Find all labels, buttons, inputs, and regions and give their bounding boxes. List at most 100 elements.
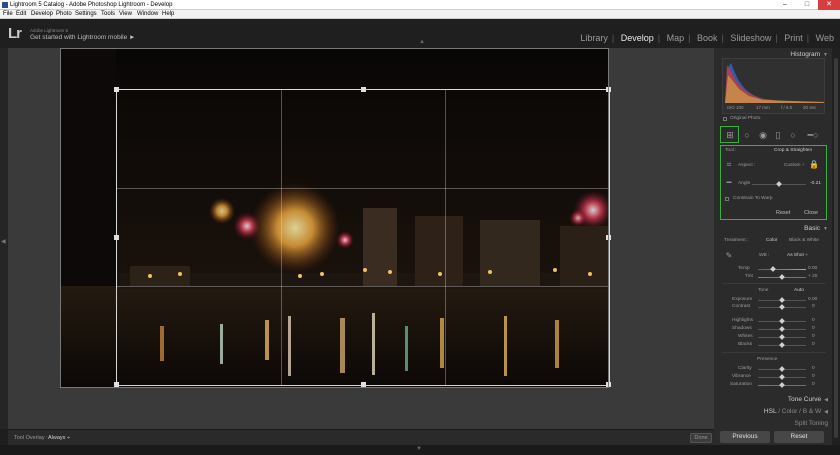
crop-reset-button[interactable]: Reset xyxy=(776,210,790,216)
mobile-promo-link[interactable]: Get started with Lightroom mobile ► xyxy=(30,34,135,41)
module-slideshow[interactable]: Slideshow xyxy=(730,33,771,43)
original-photo-checkbox[interactable] xyxy=(723,117,727,121)
close-button[interactable]: ✕ xyxy=(818,0,840,10)
expand-tone-curve-icon[interactable]: ◀ xyxy=(824,397,828,403)
menu-photo[interactable]: Photo xyxy=(56,11,72,18)
straighten-icon[interactable]: ━ xyxy=(724,178,734,188)
slider-label: Clarity xyxy=(738,366,752,371)
module-develop[interactable]: Develop xyxy=(621,33,654,43)
crop-frame[interactable] xyxy=(114,87,611,387)
slider-value[interactable]: 0 xyxy=(812,318,815,323)
graduated-filter-icon[interactable]: ▯ xyxy=(773,130,783,140)
slider-value[interactable]: 0 xyxy=(812,304,815,309)
expand-left-icon[interactable]: ◀ xyxy=(1,238,6,245)
slider-value[interactable]: 0 xyxy=(812,366,815,371)
tool-value: Crop & Straighten xyxy=(774,148,813,153)
menu-settings[interactable]: Settings xyxy=(75,11,97,18)
module-book[interactable]: Book xyxy=(697,33,718,43)
spot-removal-icon[interactable]: ○ xyxy=(742,130,752,140)
histogram-plot xyxy=(725,63,824,103)
left-panel-collapsed[interactable]: ◀ xyxy=(0,48,8,429)
menu-window[interactable]: Window xyxy=(137,11,158,18)
scrollbar-thumb[interactable] xyxy=(834,58,838,438)
color-tab[interactable]: Color xyxy=(782,408,798,415)
crop-handle-bottom-left[interactable] xyxy=(114,382,119,387)
collapse-top-icon[interactable]: ▲ xyxy=(419,39,425,45)
product-name: Adobe Lightroom 5 xyxy=(30,28,69,33)
crop-handle-bottom-right[interactable] xyxy=(606,382,611,387)
temp-slider-track[interactable] xyxy=(758,269,806,270)
menu-edit[interactable]: Edit xyxy=(16,11,26,18)
menu-help[interactable]: Help xyxy=(162,11,174,18)
expand-filmstrip-icon[interactable]: ▼ xyxy=(416,446,422,452)
menu-bar: File Edit Develop Photo Settings Tools V… xyxy=(0,10,840,19)
crop-handle-top-right[interactable] xyxy=(606,87,611,92)
module-map[interactable]: Map xyxy=(667,33,685,43)
hsl-tab[interactable]: HSL xyxy=(764,408,776,415)
menu-develop[interactable]: Develop xyxy=(31,11,53,18)
hsl-header[interactable]: HSL / Color / B & W ◀ xyxy=(714,407,832,417)
slider-label: Blacks xyxy=(738,342,753,347)
tone-auto-button[interactable]: Auto xyxy=(794,288,804,293)
radial-filter-icon[interactable]: ○ xyxy=(788,130,798,140)
divider xyxy=(722,352,826,353)
maximize-button[interactable]: □ xyxy=(796,0,818,10)
slider-value[interactable]: 0 xyxy=(812,326,815,331)
previous-button[interactable]: Previous xyxy=(720,431,770,443)
split-toning-header[interactable]: Split Toning xyxy=(714,419,832,427)
crop-handle-top[interactable] xyxy=(361,87,366,92)
tool-overlay-select[interactable]: Always ÷ xyxy=(48,435,70,441)
crop-handle-right[interactable] xyxy=(606,235,611,240)
slider-value[interactable]: 0 xyxy=(812,382,815,387)
wb-eyedropper-icon[interactable]: ✎ xyxy=(724,251,734,261)
angle-value[interactable]: -0.21 xyxy=(810,181,821,186)
module-web[interactable]: Web xyxy=(816,33,834,43)
done-button[interactable]: Done xyxy=(690,433,712,443)
expand-hsl-icon[interactable]: ◀ xyxy=(824,409,828,415)
crop-close-button[interactable]: Close xyxy=(804,210,818,216)
module-print[interactable]: Print xyxy=(784,33,803,43)
crop-gridline xyxy=(281,90,282,385)
adjustment-brush-icon[interactable]: ━○ xyxy=(803,130,823,140)
histogram-focal: 17 mm xyxy=(756,105,770,110)
module-library[interactable]: Library xyxy=(580,33,608,43)
minimize-button[interactable]: – xyxy=(774,0,796,10)
presence-label: Presence xyxy=(757,357,778,362)
histogram-title: Histogram xyxy=(790,51,821,58)
wb-select[interactable]: As Shot ÷ xyxy=(787,253,808,258)
crop-handle-bottom[interactable] xyxy=(361,382,366,387)
angle-label: Angle xyxy=(738,181,751,186)
menu-view[interactable]: View xyxy=(119,11,132,18)
slider-value[interactable]: 0 xyxy=(812,374,815,379)
red-eye-icon[interactable]: ◉ xyxy=(758,130,768,140)
treatment-bw[interactable]: Black & White xyxy=(789,238,819,243)
tone-curve-header[interactable]: Tone Curve ◀ xyxy=(714,395,832,405)
aspect-select[interactable]: Custom ÷ xyxy=(784,163,805,168)
crop-frame-icon[interactable]: ⌗ xyxy=(724,160,734,170)
collapse-basic-icon[interactable]: ▼ xyxy=(823,226,828,232)
menu-file[interactable]: File xyxy=(3,11,13,18)
crop-handle-top-left[interactable] xyxy=(114,87,119,92)
slider-value[interactable]: 0 xyxy=(812,342,815,347)
slider-label: Whites xyxy=(738,334,753,339)
slider-value[interactable]: 0.00 xyxy=(808,297,817,302)
filmstrip-collapsed[interactable]: ▼ xyxy=(0,445,840,455)
slider-value[interactable]: 0 xyxy=(812,334,815,339)
menu-tools[interactable]: Tools xyxy=(101,11,115,18)
temp-value[interactable]: 0.00 xyxy=(808,266,817,271)
reset-button[interactable]: Reset xyxy=(774,431,824,443)
right-panel-scrollbar[interactable] xyxy=(832,48,840,445)
constrain-checkbox[interactable] xyxy=(725,197,729,201)
top-panel: Lr Adobe Lightroom 5 Get started with Li… xyxy=(0,19,840,48)
crop-overlay-icon[interactable]: ⊞ xyxy=(725,130,735,140)
treatment-color[interactable]: Color xyxy=(766,238,777,243)
crop-handle-left[interactable] xyxy=(114,235,119,240)
tint-value[interactable]: + 20 xyxy=(808,274,817,279)
basic-header[interactable]: Basic ▼ xyxy=(714,224,832,234)
bw-tab[interactable]: B & W xyxy=(803,408,821,415)
histogram-aperture: f / 6.0 xyxy=(781,105,793,110)
window-title: Lightroom 5 Catalog - Adobe Photoshop Li… xyxy=(10,2,173,8)
image-canvas[interactable] xyxy=(8,48,714,429)
lock-icon[interactable]: 🔒 xyxy=(809,160,819,170)
temp-label: Temp xyxy=(738,266,750,271)
